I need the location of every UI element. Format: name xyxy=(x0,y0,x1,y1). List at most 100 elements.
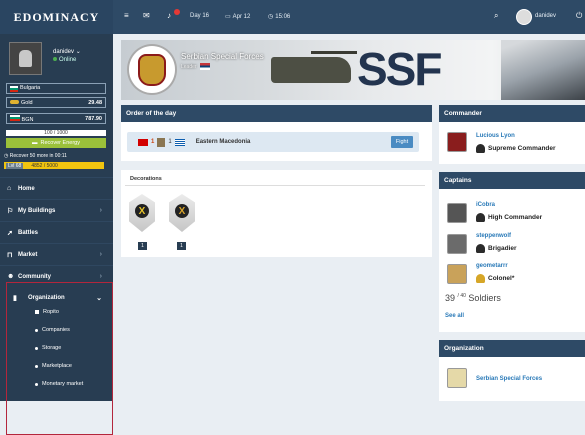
gold-label: Gold xyxy=(10,99,33,106)
search-icon[interactable]: ⌕ xyxy=(494,11,498,21)
bullet-icon xyxy=(35,364,38,368)
captain-avatar[interactable] xyxy=(447,264,467,284)
captain-name[interactable]: iCobra xyxy=(476,202,495,208)
brand-logo[interactable]: EDOMINACY xyxy=(0,0,113,34)
gold-row: Gold 29.48 xyxy=(6,97,106,108)
nav-home[interactable]: ⌂ Home xyxy=(0,177,113,199)
soldier-count-label: Soldiers xyxy=(468,293,501,303)
order-count-a: 1 xyxy=(151,139,155,145)
captain-name[interactable]: steppenwolf xyxy=(476,233,511,239)
nav-market-label: Market xyxy=(18,251,38,258)
see-all-link[interactable]: See all xyxy=(445,313,464,319)
greece-flag-icon xyxy=(174,138,185,146)
menu-icon[interactable]: ≡ xyxy=(124,11,129,20)
chevron-right-icon: › xyxy=(99,251,102,258)
home-icon: ⌂ xyxy=(7,185,12,192)
rank-icon xyxy=(476,274,485,283)
power-icon[interactable]: ⏻ xyxy=(576,11,582,21)
sub-item-label: Storage xyxy=(42,345,62,351)
chevron-right-icon: › xyxy=(99,207,102,214)
commander-avatar[interactable] xyxy=(447,132,467,152)
nav-organization-label: Organization xyxy=(28,295,65,301)
clock-icon: ◷ xyxy=(268,14,274,20)
profile-name[interactable]: danidev ⌄ xyxy=(53,48,81,55)
captain-avatar[interactable] xyxy=(447,234,467,254)
banner-subtitle: Leader xyxy=(181,63,210,70)
tank-illustration xyxy=(271,51,357,83)
online-dot-icon xyxy=(53,57,57,61)
bullet-icon xyxy=(35,382,38,386)
divider xyxy=(125,185,425,186)
commander-name[interactable]: Lucious Lyon xyxy=(476,133,515,139)
organization-avatar[interactable] xyxy=(447,368,467,388)
nav-battles[interactable]: ➚ Battles xyxy=(0,221,113,243)
date-text: Apr 12 xyxy=(232,13,251,20)
currency-label-text: BGN xyxy=(21,116,34,123)
nav-organization[interactable]: ▮ Organization ⌄ xyxy=(0,287,113,309)
mail-icon[interactable]: ✉ xyxy=(143,11,150,20)
sub-item-marketplace[interactable]: Marketplace xyxy=(35,363,72,369)
profile-name-text: danidev xyxy=(53,49,75,55)
commander-rank-text: Supreme Commander xyxy=(488,145,556,152)
captain-name[interactable]: geometarrr xyxy=(476,263,508,269)
country-field[interactable]: Bulgaria xyxy=(6,83,106,94)
nav-buildings-label: My Buildings xyxy=(18,207,56,214)
organization-header: Organization xyxy=(439,340,585,357)
organization-panel: Organization Serbian Special Forces xyxy=(439,340,585,401)
sub-item-label: Ropito xyxy=(43,309,59,315)
org-emblem-icon xyxy=(157,137,166,147)
captain-rank-text: High Commander xyxy=(488,214,543,221)
sub-item-ropito[interactable]: Ropito xyxy=(35,309,59,315)
bullet-icon xyxy=(35,328,38,332)
captain-rank-text: Brigadier xyxy=(488,245,517,252)
organization-banner: Serbian Special Forces Leader SSF xyxy=(121,40,585,100)
nav-market[interactable]: ⊓ Market › xyxy=(0,243,113,265)
macedonia-flag-icon xyxy=(138,138,148,146)
date-label: ▭ Apr 12 xyxy=(225,13,251,21)
username-label[interactable]: danidev xyxy=(535,13,556,19)
order-region[interactable]: Eastern Macedonia xyxy=(196,139,251,145)
organization-name[interactable]: Serbian Special Forces xyxy=(476,376,542,382)
users-icon: ☻ xyxy=(7,273,15,280)
organization-emblem xyxy=(127,44,177,95)
captain-rank: Brigadier xyxy=(476,244,517,253)
currency-label: BGN xyxy=(10,114,34,123)
xp-text: 4852 / 5000 xyxy=(31,162,58,169)
bell-icon[interactable]: ♪ xyxy=(167,11,171,20)
bullet-icon xyxy=(35,310,39,314)
time-label: ◷ 15:06 xyxy=(268,13,290,21)
gold-icon xyxy=(10,99,19,104)
medal-count-badge: 1 xyxy=(177,242,186,250)
currency-row: BGN 787.90 xyxy=(6,113,106,124)
order-count-b: 1 xyxy=(168,139,172,145)
decoration-medal[interactable]: X xyxy=(125,192,159,236)
captain-avatar[interactable] xyxy=(447,203,467,223)
avatar[interactable] xyxy=(516,9,532,25)
captains-header: Captains xyxy=(439,172,585,189)
rank-icon xyxy=(476,213,485,222)
nav-my-buildings[interactable]: ⚐ My Buildings › xyxy=(0,199,113,221)
sub-item-companies[interactable]: Companies xyxy=(35,327,70,333)
fight-button[interactable]: Fight xyxy=(391,136,413,148)
profile-avatar[interactable] xyxy=(9,42,42,75)
commander-panel: Commander Lucious Lyon Supreme Commander xyxy=(439,105,585,164)
recover-energy-button[interactable]: ▬ Recover Energy xyxy=(6,138,106,148)
banner-subtitle-text: Leader xyxy=(181,63,197,70)
medal-symbol: X xyxy=(135,204,149,218)
emblem-shield-icon xyxy=(138,53,166,86)
commander-header: Commander xyxy=(439,105,585,122)
decorations-panel: Decorations X X 1 1 xyxy=(121,170,432,257)
status-badge: Online xyxy=(53,57,76,63)
decorations-header: Decorations xyxy=(130,176,162,182)
gold-label-text: Gold xyxy=(21,99,33,106)
chevron-right-icon: › xyxy=(99,273,102,280)
calendar-icon: ▭ xyxy=(225,14,231,20)
decoration-medal[interactable]: X xyxy=(165,192,199,236)
sub-item-storage[interactable]: Storage xyxy=(35,345,61,351)
sub-item-monetary-market[interactable]: Monetary market xyxy=(35,381,83,387)
medal-symbol: X xyxy=(175,204,189,218)
commander-rank: Supreme Commander xyxy=(476,144,556,153)
recover-timer-text: Recover 50 more in 00:11 xyxy=(9,153,67,159)
captain-rank-text: Colonel* xyxy=(488,275,515,282)
country-text: Bulgaria xyxy=(20,85,41,91)
